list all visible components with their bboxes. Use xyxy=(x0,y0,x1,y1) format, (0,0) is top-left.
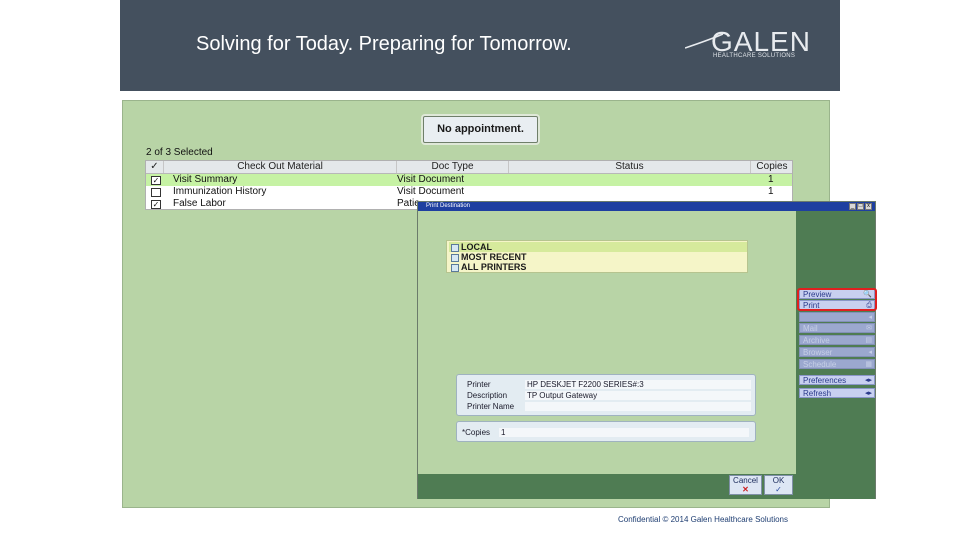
destination-most-recent[interactable]: MOST RECENT xyxy=(449,252,747,262)
destination-all-printers[interactable]: ALL PRINTERS xyxy=(449,262,747,272)
printer-name-label: Printer Name xyxy=(467,402,515,411)
row-doc-type: Visit Document xyxy=(397,186,465,197)
preferences-label: Preferences xyxy=(803,376,847,385)
copies-input[interactable]: 1 xyxy=(499,428,749,437)
row-copies: 1 xyxy=(768,174,774,185)
description-value[interactable]: TP Output Gateway xyxy=(525,391,751,400)
archive-label: Archive xyxy=(803,336,830,345)
logo-subtitle: HEALTHCARE SOLUTIONS xyxy=(713,53,796,59)
ok-check-icon: ✓ xyxy=(775,485,782,494)
cancel-label: Cancel xyxy=(733,476,758,485)
refresh-button[interactable]: Refresh ◂▸ xyxy=(799,388,875,398)
row-material: False Labor xyxy=(173,198,226,209)
mail-label: Mail xyxy=(803,324,818,333)
cancel-button[interactable]: Cancel ✕ xyxy=(729,475,762,495)
printer-info-panel: Printer HP DESKJET F2200 SERIES#:3 Descr… xyxy=(456,374,756,416)
ok-label: OK xyxy=(772,476,785,485)
archive-icon: ▤ xyxy=(865,337,872,344)
printer-value[interactable]: HP DESKJET F2200 SERIES#:3 xyxy=(525,380,751,389)
destination-label: ALL PRINTERS xyxy=(461,262,527,272)
footer-confidential: Confidential © 2014 Galen Healthcare Sol… xyxy=(618,515,788,524)
row-material: Visit Summary xyxy=(173,174,238,185)
archive-button: Archive ▤ xyxy=(799,335,875,345)
disabled-side-button: ◂ xyxy=(799,312,875,322)
mail-icon: ✉ xyxy=(866,325,872,332)
galen-logo: GALEN HEALTHCARE SOLUTIONS xyxy=(685,26,815,64)
refresh-label: Refresh xyxy=(803,389,832,398)
ok-button[interactable]: OK ✓ xyxy=(764,475,793,495)
row-doc-type: Visit Document xyxy=(397,174,465,185)
row-checkbox[interactable]: ✓ xyxy=(151,200,161,209)
header-material[interactable]: Check Out Material xyxy=(164,161,397,173)
printer-name-value[interactable] xyxy=(525,402,751,411)
printer-group-icon xyxy=(451,254,459,262)
browser-button: Browser ◂ xyxy=(799,347,875,357)
table-header: ✓ Check Out Material Doc Type Status Cop… xyxy=(146,161,792,174)
header-copies[interactable]: Copies xyxy=(751,161,793,173)
browser-label: Browser xyxy=(803,348,833,357)
table-row[interactable]: Immunization History Visit Document 1 xyxy=(146,186,792,198)
row-copies: 1 xyxy=(768,186,774,197)
tagline: Solving for Today. Preparing for Tomorro… xyxy=(196,33,572,55)
row-checkbox[interactable]: ✓ xyxy=(151,176,161,185)
table-row[interactable]: ✓ Visit Summary Visit Document 1 xyxy=(146,174,792,186)
preferences-icon: ◂▸ xyxy=(864,377,872,384)
printer-group-icon xyxy=(451,244,459,252)
dialog-title: Print Destination xyxy=(426,203,471,209)
copies-label: *Copies xyxy=(462,428,491,437)
preferences-button[interactable]: Preferences ◂▸ xyxy=(799,375,875,385)
row-checkbox[interactable] xyxy=(151,188,161,197)
copies-panel: *Copies 1 xyxy=(456,421,756,442)
printer-label: Printer xyxy=(467,380,491,389)
header-doc-type[interactable]: Doc Type xyxy=(397,161,509,173)
dialog-title-bar[interactable]: Print Destination _ □ x xyxy=(418,202,875,211)
description-label: Description xyxy=(467,391,508,400)
close-icon[interactable]: x xyxy=(865,203,872,210)
arrow-icon: ◂ xyxy=(868,314,872,321)
destination-local[interactable]: LOCAL xyxy=(449,242,747,252)
header-check: ✓ xyxy=(146,161,164,173)
selection-count: 2 of 3 Selected xyxy=(146,147,213,158)
header-status[interactable]: Status xyxy=(509,161,751,173)
refresh-icon: ◂▸ xyxy=(864,390,872,397)
schedule-label: Schedule xyxy=(803,360,837,369)
no-appointment-button[interactable]: No appointment. xyxy=(423,116,538,143)
destination-label: MOST RECENT xyxy=(461,252,527,262)
maximize-icon[interactable]: □ xyxy=(857,203,864,210)
print-highlight-box xyxy=(797,288,877,311)
destination-label: LOCAL xyxy=(461,242,492,252)
destination-list: LOCAL MOST RECENT ALL PRINTERS xyxy=(446,240,748,273)
schedule-button: Schedule ▦ xyxy=(799,359,875,369)
window-controls: _ □ x xyxy=(849,203,872,210)
mail-button: Mail ✉ xyxy=(799,323,875,333)
minimize-icon[interactable]: _ xyxy=(849,203,856,210)
row-material: Immunization History xyxy=(173,186,267,197)
schedule-icon: ▦ xyxy=(865,361,872,368)
cancel-x-icon: ✕ xyxy=(742,485,749,494)
browser-icon: ◂ xyxy=(868,349,872,356)
printer-group-icon xyxy=(451,264,459,272)
